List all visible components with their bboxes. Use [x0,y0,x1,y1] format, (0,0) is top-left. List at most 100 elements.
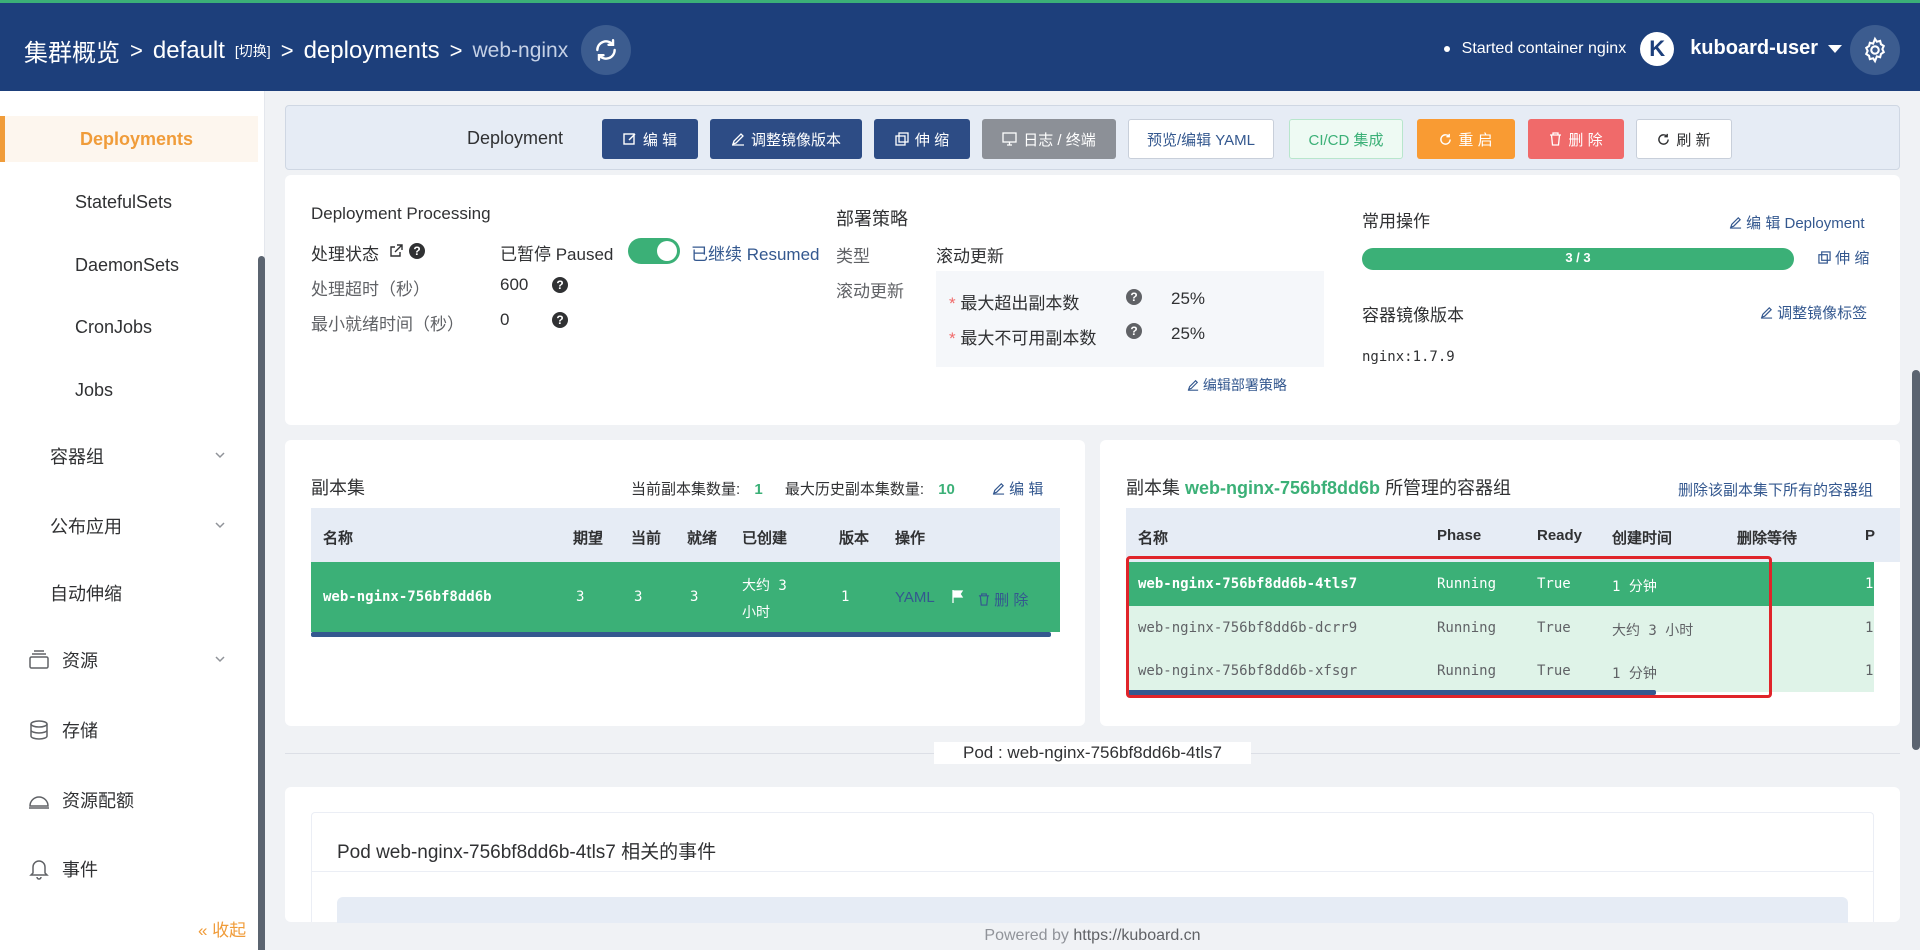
trash-icon [978,593,990,606]
sidebar-item-jobs[interactable]: Jobs [0,367,258,413]
page-scrollbar[interactable] [1912,370,1920,750]
chevron-down-icon [215,522,225,529]
refresh-icon [1658,133,1670,145]
help-icon[interactable]: ? [552,277,568,293]
chevron-down-icon[interactable] [1828,44,1842,53]
monitor-icon [1002,132,1017,146]
edit-deployment-link[interactable]: 编 辑 Deployment [1729,212,1865,233]
table-row[interactable]: web-nginx-756bf8dd6b 3 3 3 大约 3 小时 1 YAM… [311,562,1060,632]
current-count-label: 当前副本集数量: [631,481,741,498]
help-icon[interactable]: ? [1126,289,1142,305]
replicasets-table-header: 名称 期望 当前 就绪 已创建 版本 操作 [311,508,1060,562]
column-header: 名称 [323,530,354,547]
cicd-button[interactable]: CI/CD 集成 [1289,119,1403,159]
pods-title-prefix: 副本集 [1126,478,1180,498]
footer: Powered by https://kuboard.cn [265,922,1920,950]
sidebar-item-label: 资源配额 [62,791,134,811]
cicd-button-label: CI/CD 集成 [1308,131,1384,149]
crumb-switch-link[interactable]: [切换] [235,41,271,61]
edit-button[interactable]: 编 辑 [602,119,698,159]
restart-button-label: 重 启 [1458,131,1493,149]
sidebar-item-publish[interactable]: 公布应用 [0,503,258,549]
table-horizontal-scrollbar[interactable] [311,632,1051,637]
sidebar-item-resources[interactable]: 资源 [0,637,258,683]
refresh-icon [1440,133,1452,145]
pause-resume-toggle[interactable] [628,238,680,264]
sidebar-item-events[interactable]: 事件 [0,846,258,892]
help-icon[interactable]: ? [409,243,425,259]
replicaset-version: 1 [841,589,850,605]
sidebar-item-daemonsets[interactable]: DaemonSets [0,242,258,288]
header-refresh-button[interactable] [581,25,631,75]
adjust-image-label: 调整镜像版本 [750,131,841,149]
events-panel: Pod web-nginx-756bf8dd6b-4tls7 相关的事件 [311,812,1874,923]
column-header: 版本 [839,530,870,547]
help-icon[interactable]: ? [552,312,568,328]
delete-button[interactable]: 删 除 [1528,119,1624,159]
scale-link-label: 伸 缩 [1835,250,1870,267]
image-value: nginx:1.7.9 [1362,349,1455,365]
status-dot-icon [1443,45,1450,52]
avatar[interactable]: K [1640,31,1675,66]
refresh-button-label: 刷 新 [1676,131,1711,149]
required-marker: * [949,329,956,348]
edit-strategy-link[interactable]: 编辑部署策略 [1187,375,1287,395]
external-link-icon[interactable] [389,244,403,258]
rolling-update-label: 滚动更新 [836,282,904,301]
logs-terminal-button[interactable]: 日志 / 终端 [982,119,1116,159]
column-header: 操作 [895,530,926,547]
replicasets-edit-label: 编 辑 [1009,481,1044,498]
sidebar-item-label: CronJobs [75,316,153,337]
replica-progress-text: 3 / 3 [1565,250,1591,265]
sidebar-scrollbar[interactable] [258,256,265,950]
action-bar-title: Deployment [467,128,564,148]
column-header: Ready [1537,527,1583,544]
help-icon[interactable]: ? [1126,323,1142,339]
pencil-icon [731,133,744,146]
resumed-label: 已继续 Resumed [691,245,820,264]
logs-terminal-label: 日志 / 终端 [1023,131,1096,149]
yaml-button[interactable]: 预览/编辑 YAML [1128,119,1274,159]
username[interactable]: kuboard-user [1690,37,1818,60]
adjust-tag-link[interactable]: 调整镜像标签 [1760,302,1867,323]
replicasets-edit-link[interactable]: 编 辑 [992,478,1043,499]
settings-button[interactable] [1850,25,1900,75]
adjust-image-button[interactable]: 调整镜像版本 [710,119,862,159]
delete-all-pods-link[interactable]: 删除该副本集下所有的容器组 [1678,479,1873,500]
rolling-update-box [936,271,1324,367]
crumb-namespace[interactable]: default [153,37,225,65]
replicaset-name[interactable]: web-nginx-756bf8dd6b [323,589,492,605]
highlight-annotation-box [1126,556,1772,698]
crumb-kind[interactable]: deployments [304,37,440,65]
sidebar-item-statefulsets[interactable]: StatefulSets [0,179,258,225]
sidebar-item-cronjobs[interactable]: CronJobs [0,304,258,350]
replicaset-created: 小时 [742,605,770,621]
timeout-label: 处理超时（秒） [311,280,430,299]
sidebar-item-pods[interactable]: 容器组 [0,433,258,479]
restart-button[interactable]: 重 启 [1417,119,1515,159]
kuboard-link[interactable]: https://kuboard.cn [1073,927,1200,944]
sidebar-item-label: 自动伸缩 [50,584,122,604]
sidebar-collapse-button[interactable]: « 收起 [198,916,246,941]
max-unavailable-label: 最大不可用副本数 [960,329,1097,348]
sidebar-item-storage[interactable]: 存储 [0,707,258,753]
max-surge-value: 25% [1171,289,1206,308]
pod-extra: 10 [1865,576,1874,592]
paused-label: 已暂停 Paused [500,245,614,264]
replicaset-delete-link[interactable]: 删 除 [978,589,1028,610]
image-version-title: 容器镜像版本 [1362,306,1464,325]
sidebar-item-autoscale[interactable]: 自动伸缩 [0,570,258,616]
scale-button[interactable]: 伸 缩 [874,119,970,159]
sidebar-item-deployments[interactable]: Deployments [0,116,258,162]
pods-rs-name[interactable]: web-nginx-756bf8dd6b [1185,478,1380,498]
flag-icon[interactable] [951,589,964,604]
refresh-button[interactable]: 刷 新 [1636,119,1732,159]
column-header: 创建时间 [1612,530,1673,547]
replicaset-yaml-link[interactable]: YAML [895,589,935,606]
edit-button-label: 编 辑 [642,131,678,149]
crumb-cluster[interactable]: 集群概览 [24,33,120,68]
chevron-down-icon [215,656,225,663]
scale-link[interactable]: 伸 缩 [1818,247,1869,268]
sidebar-item-quota[interactable]: 资源配额 [0,777,258,823]
header-right: Started container nginx K kuboard-user [1443,3,1900,94]
